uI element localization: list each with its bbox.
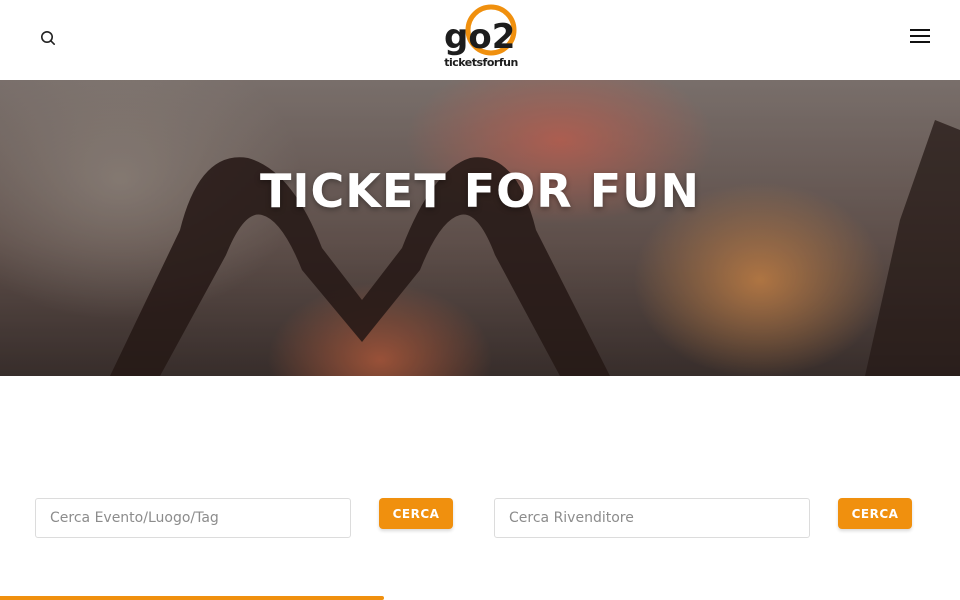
reseller-search-input[interactable] [494,498,810,538]
site-logo[interactable]: go2 ticketsforfun [443,4,519,70]
search-icon [41,31,56,46]
logo-tagline: ticketsforfun [444,56,518,69]
hero-overlay [0,80,960,376]
go2-logo-mark: go2 [444,4,517,56]
accent-bar [0,596,384,600]
reseller-search-button[interactable]: CERCA [838,498,912,529]
logo-brand-text: go2 [444,17,515,56]
event-search-button[interactable]: CERCA [379,498,453,529]
hero-title: TICKET FOR FUN [260,164,700,218]
event-search-input[interactable] [35,498,351,538]
header-search-button[interactable] [38,28,58,48]
hero-banner: TICKET FOR FUN [0,80,960,376]
header-menu-button[interactable] [908,26,932,46]
hamburger-menu-icon [910,29,930,43]
site-header: go2 ticketsforfun [0,0,960,80]
